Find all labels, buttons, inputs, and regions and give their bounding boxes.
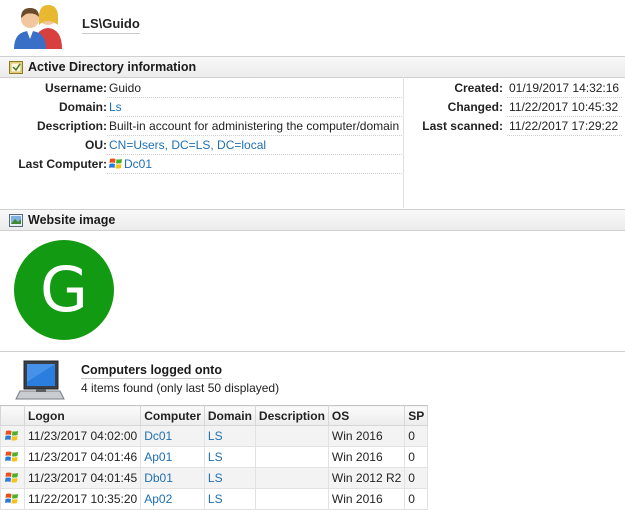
field-label: Changed: [447, 100, 503, 114]
table-row[interactable]: 11/23/2017 04:01:45 Db01 LS Win 2012 R2 … [0, 467, 429, 489]
windows-flag-icon [5, 430, 18, 441]
column-os[interactable]: OS [327, 405, 406, 426]
last-computer-link[interactable]: Dc01 [109, 157, 152, 171]
domain-link[interactable]: LS [203, 446, 256, 468]
description-cell [254, 446, 329, 468]
ad-row-last-scanned: Last scanned: 11/22/2017 17:29:22 [404, 117, 625, 136]
field-label: Description: [36, 119, 107, 133]
directory-book-icon [9, 61, 23, 74]
domain-link[interactable]: LS [203, 467, 256, 489]
os-cell: Win 2016 [327, 446, 406, 468]
ou-link[interactable]: CN=Users, DC=LS, DC=local [109, 138, 266, 152]
picture-icon [9, 214, 23, 227]
ad-row-changed: Changed: 11/22/2017 10:45:32 [404, 98, 625, 117]
windows-flag-icon [5, 472, 18, 483]
description-cell [254, 488, 329, 510]
ad-row-domain: Domain: Ls [0, 98, 404, 117]
user-title: LS\Guido [82, 16, 140, 34]
logon-cell: 11/23/2017 04:01:46 [23, 446, 142, 468]
ad-section-header: Active Directory information [0, 56, 625, 78]
ad-row-description: Description: Built-in account for admini… [0, 117, 404, 136]
os-cell: Win 2016 [327, 488, 406, 510]
column-logon[interactable]: Logon [23, 405, 142, 426]
os-cell: Win 2012 R2 [327, 467, 406, 489]
field-label: Created: [454, 81, 503, 95]
sp-cell: 0 [404, 425, 429, 447]
column-icon[interactable] [0, 405, 25, 426]
sp-cell: 0 [404, 446, 429, 468]
os-cell: Win 2016 [327, 425, 406, 447]
table-header-row: Logon Computer Domain Description OS SP [0, 405, 429, 426]
ad-row-last-computer: Last Computer: Dc01 [0, 155, 404, 174]
website-section-title: Website image [28, 213, 116, 227]
column-computer[interactable]: Computer [140, 405, 205, 426]
field-label: Domain: [59, 100, 107, 114]
domain-link[interactable]: LS [203, 488, 256, 510]
domain-link[interactable]: Ls [109, 100, 122, 114]
description-cell [254, 467, 329, 489]
website-avatar: G [14, 240, 114, 340]
domain-link[interactable]: LS [203, 425, 256, 447]
ad-details-left: Username: Guido Domain: Ls Description: … [0, 77, 404, 208]
computer-link[interactable]: Dc01 [140, 425, 205, 447]
last-computer-label: Dc01 [124, 157, 153, 171]
computer-link[interactable]: Db01 [140, 467, 205, 489]
windows-flag-icon [5, 493, 18, 504]
sp-cell: 0 [404, 488, 429, 510]
computer-link[interactable]: Ap01 [140, 446, 205, 468]
column-domain[interactable]: Domain [203, 405, 256, 426]
computer-monitor-icon [15, 360, 65, 400]
windows-flag-icon [109, 158, 122, 169]
table-row[interactable]: 11/23/2017 04:01:46 Ap01 LS Win 2016 0 [0, 446, 429, 468]
logon-cell: 11/22/2017 10:35:20 [23, 488, 142, 510]
description-cell [254, 425, 329, 447]
sp-cell: 0 [404, 467, 429, 489]
column-sp[interactable]: SP [404, 405, 429, 426]
computers-table: Logon Computer Domain Description OS SP … [0, 405, 429, 510]
computer-link[interactable]: Ap02 [140, 488, 205, 510]
last-scanned-value: 11/22/2017 17:29:22 [509, 119, 619, 133]
field-label: Last scanned: [422, 119, 503, 133]
user-header: LS\Guido [0, 0, 625, 52]
computers-section-header: Computers logged onto 4 items found (onl… [0, 351, 625, 405]
table-row[interactable]: 11/23/2017 04:02:00 Dc01 LS Win 2016 0 [0, 425, 429, 447]
windows-flag-icon [5, 451, 18, 462]
username-value: Guido [109, 81, 142, 95]
computers-count-text: 4 items found (only last 50 displayed) [81, 381, 280, 395]
table-row[interactable]: 11/22/2017 10:35:20 Ap02 LS Win 2016 0 [0, 488, 429, 510]
column-description[interactable]: Description [254, 405, 329, 426]
avatar-letter: G [39, 253, 89, 326]
field-label: OU: [85, 138, 107, 152]
ad-section-title: Active Directory information [28, 60, 197, 74]
ad-row-created: Created: 01/19/2017 14:32:16 [404, 79, 625, 98]
field-label: Username: [44, 81, 107, 95]
field-label: Last Computer: [18, 157, 107, 171]
logon-cell: 11/23/2017 04:01:45 [23, 467, 142, 489]
users-icon [14, 5, 62, 49]
changed-value: 11/22/2017 10:45:32 [509, 100, 619, 114]
website-section-header: Website image [0, 209, 625, 231]
ad-row-ou: OU: CN=Users, DC=LS, DC=local [0, 136, 404, 155]
created-value: 01/19/2017 14:32:16 [509, 81, 620, 95]
ad-row-username: Username: Guido [0, 79, 404, 98]
description-value: Built-in account for administering the c… [109, 119, 400, 133]
computers-section-title: Computers logged onto [81, 363, 222, 379]
logon-cell: 11/23/2017 04:02:00 [23, 425, 142, 447]
